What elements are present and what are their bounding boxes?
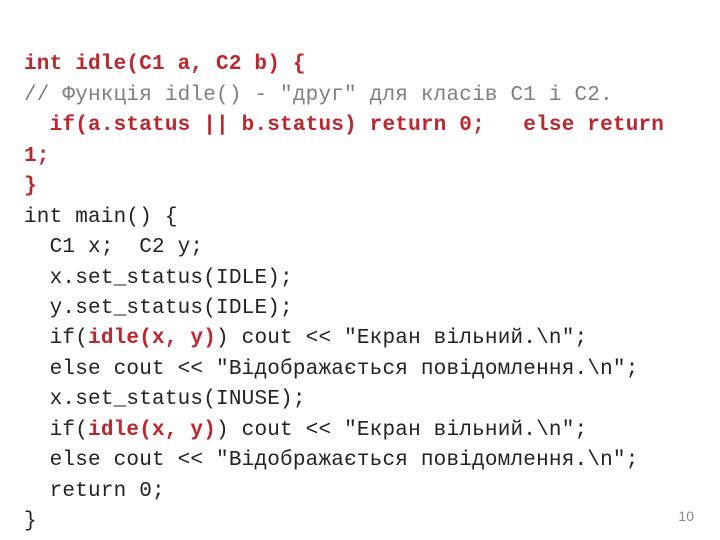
slide-page: int idle(C1 a, C2 b) { // Функція idle()… xyxy=(0,0,720,540)
code-line-14: return 0; xyxy=(24,480,165,503)
code-line-8: y.set_status(IDLE); xyxy=(24,297,293,320)
page-number: 10 xyxy=(678,506,694,526)
code-line-4: } xyxy=(24,175,37,198)
code-line-1: int idle(C1 a, C2 b) { xyxy=(24,53,306,76)
code-line-7: x.set_status(IDLE); xyxy=(24,267,293,290)
code-line-12-pre: if( xyxy=(24,419,88,442)
code-block: int idle(C1 a, C2 b) { // Функція idle()… xyxy=(24,20,696,537)
code-line-12-call: idle(x, y) xyxy=(88,419,216,442)
code-line-9-call: idle(x, y) xyxy=(88,327,216,350)
code-line-15: } xyxy=(24,510,37,533)
code-line-5: int main() { xyxy=(24,206,178,229)
code-line-10: else cout << "Відображається повідомленн… xyxy=(24,358,639,381)
code-line-6: C1 x; C2 y; xyxy=(24,236,203,259)
code-line-11: x.set_status(INUSE); xyxy=(24,388,306,411)
code-line-13: else cout << "Відображається повідомленн… xyxy=(24,449,639,472)
code-line-2-comment: // Функція idle() - "друг" для класів C1… xyxy=(24,84,613,107)
code-line-3a: if(a.status || b.status) return 0; else xyxy=(24,114,587,137)
code-line-12-post: ) cout << "Екран вільний.\n"; xyxy=(216,419,587,442)
code-line-9-post: ) cout << "Екран вільний.\n"; xyxy=(216,327,587,350)
code-line-9-pre: if( xyxy=(24,327,88,350)
